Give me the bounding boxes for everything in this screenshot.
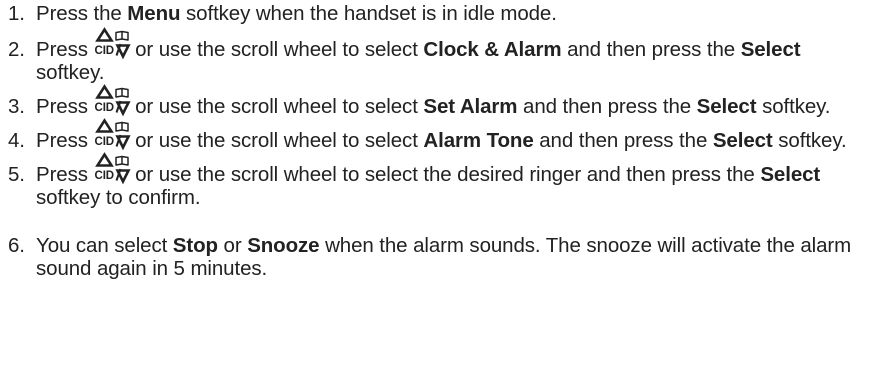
step-text: or use the scroll wheel to select the de… [129, 163, 761, 186]
select-softkey-label: Select [760, 163, 821, 186]
step-text: Press [36, 38, 94, 61]
select-softkey-label: Select [696, 95, 757, 118]
nav-key-icon: CID [94, 27, 131, 61]
triangle-down-icon [114, 44, 131, 60]
snooze-option-label: Snooze [247, 234, 320, 257]
instructions-page: 1. Press the Menu softkey when the handse… [0, 0, 870, 366]
select-softkey-label: Select [740, 38, 801, 61]
triangle-up-icon [94, 152, 114, 167]
step-text: You can select [36, 234, 173, 257]
nav-key-glyph: CID [94, 152, 131, 185]
phonebook-icon [114, 121, 129, 132]
step-text: or use the scroll wheel to select [129, 95, 424, 118]
phonebook-icon [114, 30, 129, 41]
step-5: 5. Press CID or use the scroll wheel to s… [8, 152, 866, 209]
phonebook-icon [114, 87, 129, 98]
step-number: 3. [8, 95, 25, 118]
nav-key-icon: CID [94, 118, 131, 152]
step-text: softkey to confirm. [36, 186, 201, 209]
select-softkey-label: Select [712, 129, 773, 152]
cid-label: CID [94, 102, 114, 114]
step-3: 3. Press CID or use the scroll wheel to s… [8, 84, 866, 118]
triangle-down-icon [114, 101, 131, 117]
triangle-down-icon [114, 135, 131, 151]
step-text: Press the [36, 2, 128, 25]
step-text: softkey. [756, 95, 831, 118]
step-text: or [217, 234, 248, 257]
step-text: Press [36, 95, 94, 118]
cid-label: CID [94, 136, 114, 148]
nav-key-glyph: CID [94, 84, 131, 117]
step-number: 1. [8, 2, 25, 25]
step-text: or use the scroll wheel to select [129, 38, 424, 61]
triangle-down-icon [114, 169, 131, 185]
menu-softkey-label: Menu [127, 2, 181, 25]
phonebook-icon [114, 155, 129, 166]
step-1: 1. Press the Menu softkey when the handse… [8, 2, 866, 25]
step-text: and then press the [517, 95, 697, 118]
step-2: 2. Press CID or use the scroll wheel to s… [8, 27, 866, 84]
menu-item-label: Alarm Tone [423, 129, 534, 152]
triangle-up-icon [94, 27, 114, 42]
step-6: 6. You can select Stop or Snooze when the… [8, 234, 866, 280]
step-number: 4. [8, 129, 25, 152]
nav-key-glyph: CID [94, 27, 131, 60]
nav-key-icon: CID [94, 152, 131, 186]
menu-item-label: Set Alarm [423, 95, 518, 118]
step-number: 5. [8, 163, 25, 186]
triangle-up-icon [94, 118, 114, 133]
triangle-up-icon [94, 84, 114, 99]
step-text: softkey. [36, 61, 105, 84]
stop-option-label: Stop [172, 234, 218, 257]
nav-key-glyph: CID [94, 118, 131, 151]
step-4: 4. Press CID or use the scroll wheel to s… [8, 118, 866, 152]
step-number: 6. [8, 234, 25, 257]
cid-label: CID [94, 170, 114, 182]
step-text: Press [36, 129, 94, 152]
cid-label: CID [94, 45, 114, 57]
step-text: softkey when the handset is in idle mode… [180, 2, 557, 25]
menu-item-label: Clock & Alarm [423, 38, 562, 61]
step-text: and then press the [533, 129, 713, 152]
alarm-setup-steps: 1. Press the Menu softkey when the handse… [8, 2, 866, 280]
nav-key-icon: CID [94, 84, 131, 118]
step-number: 2. [8, 38, 25, 61]
step-text: and then press the [561, 38, 741, 61]
step-text: Press [36, 163, 94, 186]
step-text: softkey. [772, 129, 847, 152]
step-text: or use the scroll wheel to select [129, 129, 424, 152]
